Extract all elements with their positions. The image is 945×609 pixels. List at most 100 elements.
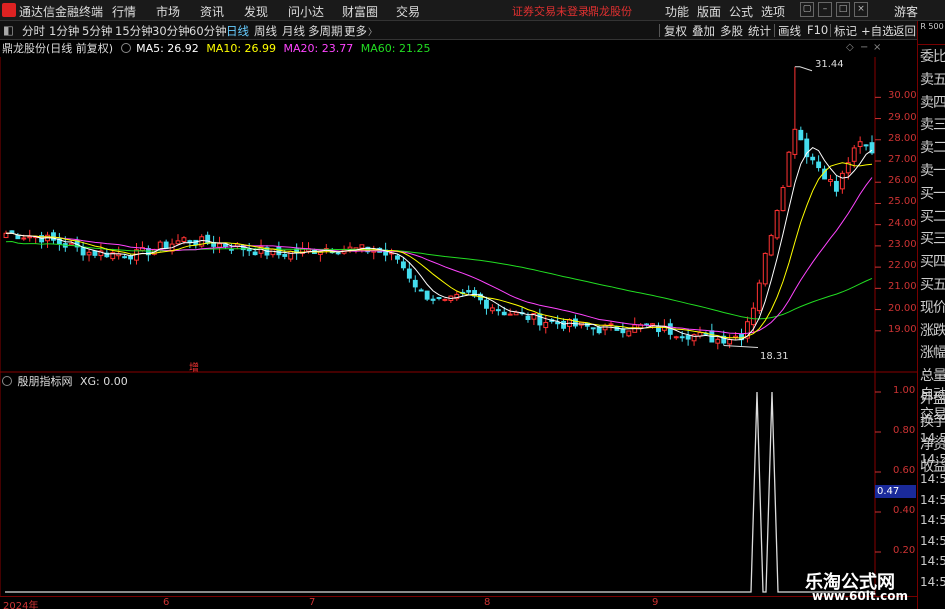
tick-time: 14:56 bbox=[920, 554, 945, 568]
candle-body bbox=[501, 311, 507, 316]
candle-body bbox=[750, 307, 756, 326]
candle-body bbox=[608, 323, 614, 326]
candle-body bbox=[816, 161, 822, 169]
quote-field-label: 卖二 bbox=[920, 140, 945, 157]
tick-time: 14:56 bbox=[920, 513, 945, 527]
quote-field-label: 涨跌 bbox=[920, 322, 945, 339]
candle-body bbox=[857, 141, 863, 148]
candle-body bbox=[798, 129, 804, 141]
kline-chart[interactable] bbox=[0, 0, 917, 609]
low-price-label: 18.31 bbox=[760, 351, 789, 362]
candle-body bbox=[80, 247, 86, 256]
candle-body bbox=[537, 313, 543, 326]
candle-body bbox=[756, 282, 762, 312]
low-pointer bbox=[723, 344, 759, 348]
indicator-info-bar: 殷朋指标网 XG: 0.00 bbox=[0, 373, 128, 389]
candle-body bbox=[412, 279, 418, 288]
candle-body bbox=[572, 318, 578, 327]
candle-body bbox=[122, 256, 128, 259]
candle-body bbox=[774, 210, 780, 239]
tick-time: 14:56 bbox=[920, 431, 945, 445]
candle-body bbox=[839, 172, 845, 190]
candle-body bbox=[507, 313, 513, 316]
quote-field-label: 总量 bbox=[920, 368, 945, 385]
price-tick-label: 28.00 bbox=[888, 132, 917, 144]
candle-body bbox=[833, 180, 839, 192]
price-tick-label: 19.00 bbox=[888, 323, 917, 335]
candle-body bbox=[163, 241, 169, 249]
candle-body bbox=[495, 309, 501, 312]
trade-field-label[interactable]: 交易 bbox=[920, 404, 945, 424]
candle-body bbox=[650, 323, 655, 326]
candle-body bbox=[228, 248, 234, 251]
date-label: 2024年 bbox=[3, 601, 39, 609]
indicator-tick-label: 0.20 bbox=[893, 545, 916, 556]
indicator-current-value: 0.47 bbox=[875, 485, 916, 498]
candle-body bbox=[489, 307, 495, 312]
candle-body bbox=[679, 336, 685, 339]
candle-body bbox=[762, 252, 768, 285]
candle-body bbox=[51, 232, 56, 241]
candle-body bbox=[3, 232, 9, 239]
candle-body bbox=[851, 147, 857, 162]
candle-body bbox=[484, 299, 489, 309]
candle-body bbox=[602, 324, 608, 331]
tick-time: 14:56 bbox=[920, 472, 945, 486]
panel-header: R 500 bbox=[918, 21, 945, 45]
candle-body bbox=[181, 237, 187, 242]
indicator-value: XG: 0.00 bbox=[80, 375, 128, 388]
candle-body bbox=[92, 250, 98, 256]
trade-field-label[interactable]: 自动 bbox=[920, 384, 945, 404]
candle-body bbox=[525, 315, 531, 320]
candle-body bbox=[359, 244, 365, 249]
tick-time: 14:56 bbox=[920, 492, 945, 507]
quote-field-label: 卖一 bbox=[920, 163, 945, 179]
price-tick-label: 25.00 bbox=[888, 196, 917, 208]
candle-body bbox=[205, 234, 211, 244]
price-tick-label: 30.00 bbox=[888, 90, 917, 102]
candle-body bbox=[626, 330, 632, 337]
candle-body bbox=[217, 243, 222, 248]
quote-field-label: 买二 bbox=[920, 208, 945, 225]
indicator-title: 殷朋指标网 bbox=[17, 375, 73, 388]
candle-body bbox=[175, 240, 181, 245]
candle-body bbox=[727, 339, 733, 345]
candle-body bbox=[400, 261, 406, 269]
candle-body bbox=[270, 248, 276, 256]
quote-field-label: 买五 bbox=[920, 277, 945, 293]
candle-body bbox=[466, 290, 472, 293]
indicator-tick-label: 0.40 bbox=[893, 505, 916, 516]
indicator-settings-icon[interactable] bbox=[2, 376, 12, 386]
tick-time: 14:56 bbox=[920, 451, 945, 466]
candle-body bbox=[792, 128, 798, 155]
quote-field-label: 买一 bbox=[920, 185, 945, 202]
quote-field-label: 买三 bbox=[920, 231, 945, 248]
candle-body bbox=[715, 338, 721, 344]
date-label: 6 bbox=[163, 597, 170, 608]
candle-body bbox=[418, 289, 424, 292]
price-tick-label: 23.00 bbox=[888, 238, 917, 250]
price-tick-label: 20.00 bbox=[888, 302, 917, 314]
candle-body bbox=[335, 252, 341, 255]
candle-body bbox=[395, 255, 400, 260]
quote-field-label: 现价 bbox=[920, 299, 945, 316]
indicator-tick-label: 0.80 bbox=[893, 425, 916, 436]
candle-body bbox=[436, 297, 442, 300]
quote-side-panel: R 500 委比 卖五 卖四 卖三 卖二 卖一 买一 买二 买三 买四 买五 现价 涨跌 涨幅 总量 外盘 换手… bbox=[917, 21, 945, 609]
signal-marker: 增 bbox=[189, 363, 199, 374]
candle-body bbox=[128, 255, 133, 260]
candle-body bbox=[406, 268, 412, 279]
price-tick-label: 22.00 bbox=[888, 260, 917, 272]
candle-body bbox=[21, 237, 27, 240]
quote-field-label: 买四 bbox=[920, 254, 945, 271]
candle-body bbox=[685, 335, 691, 340]
date-axis: 2024年 6 7 8 9 bbox=[0, 596, 917, 609]
candle-body bbox=[86, 251, 92, 256]
candle-body bbox=[223, 243, 228, 248]
high-pointer bbox=[794, 66, 813, 72]
candle-body bbox=[513, 311, 519, 316]
indicator-tick-label: 1.00 bbox=[893, 385, 916, 396]
price-tick-label: 27.00 bbox=[888, 154, 917, 165]
indicator-tick-label: 0.60 bbox=[893, 465, 916, 476]
candle-body bbox=[252, 251, 258, 256]
